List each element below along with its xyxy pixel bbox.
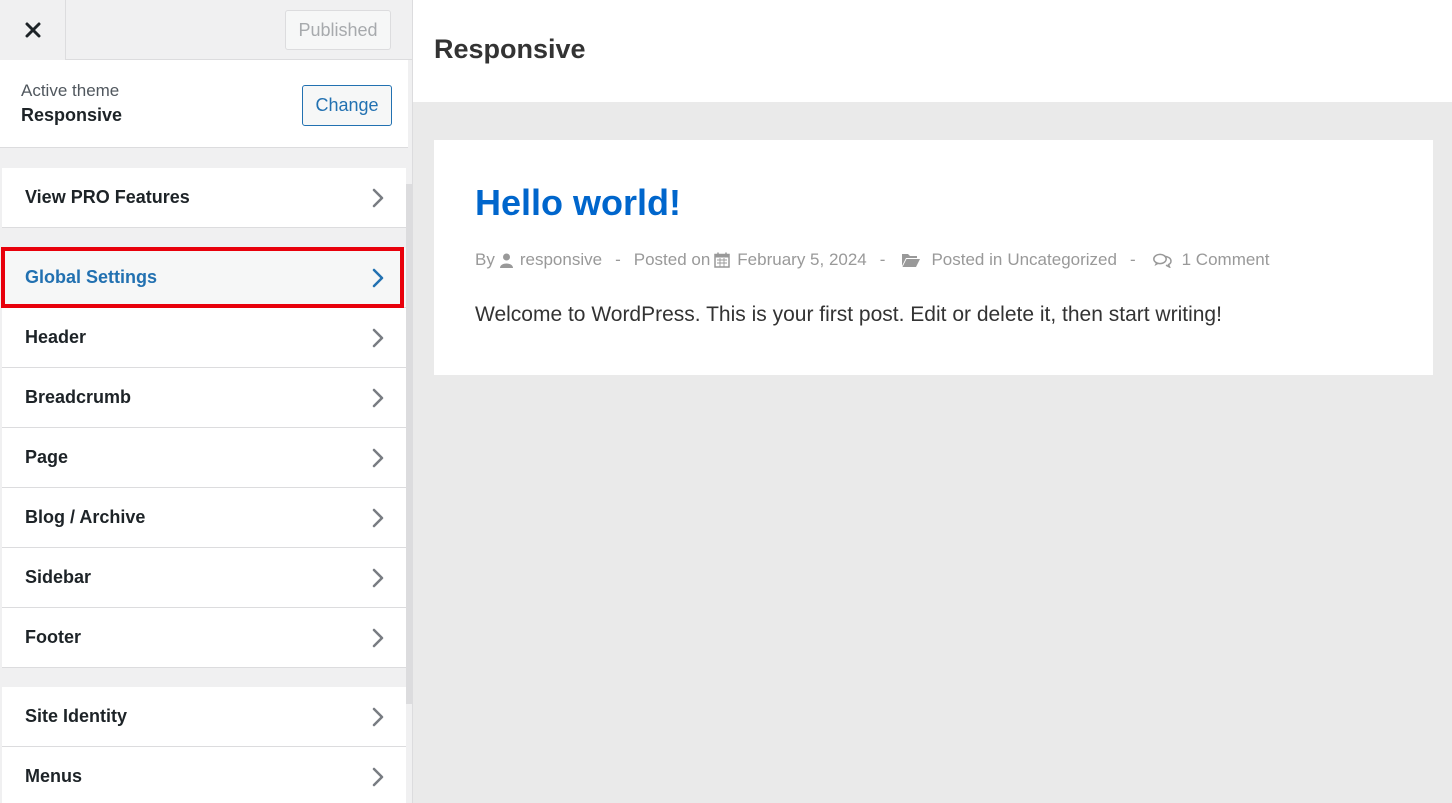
- post-category-link[interactable]: Uncategorized: [1007, 250, 1117, 270]
- sidebar-item-site-identity[interactable]: Site Identity: [2, 687, 406, 747]
- post-excerpt: Welcome to WordPress. This is your first…: [475, 303, 1222, 326]
- post-author-link[interactable]: responsive: [520, 250, 602, 270]
- meta-separator: -: [1129, 250, 1136, 269]
- sidebar-item-label: View PRO Features: [25, 187, 190, 207]
- chevron-right-icon: [370, 447, 386, 469]
- post-meta: By responsive - Posted on February 5, 20…: [475, 250, 1270, 270]
- sidebar-item-footer[interactable]: Footer: [2, 608, 406, 668]
- sidebar-item-header[interactable]: Header: [2, 308, 406, 368]
- sidebar-item-sidebar[interactable]: Sidebar: [2, 548, 406, 608]
- site-header: Responsive: [413, 0, 1452, 102]
- chevron-right-icon: [370, 627, 386, 649]
- chevron-right-icon: [370, 387, 386, 409]
- chevron-right-icon: [370, 706, 386, 728]
- post-card: Hello world! By responsive - Posted on F…: [434, 140, 1433, 375]
- sidebar-item-label: Blog / Archive: [25, 507, 146, 527]
- menu-group-theme-options: Global Settings Header Breadcrumb Page B…: [2, 248, 406, 668]
- sidebar-item-menus[interactable]: Menus: [2, 747, 406, 803]
- sidebar-item-label: Footer: [25, 627, 81, 647]
- meta-separator: -: [615, 250, 621, 269]
- sidebar-item-view-pro-features[interactable]: View PRO Features: [2, 168, 406, 228]
- sidebar-item-label: Page: [25, 447, 69, 467]
- sidebar-scrollbar[interactable]: [406, 184, 412, 704]
- calendar-icon: [714, 252, 731, 268]
- close-icon: [25, 22, 40, 38]
- sidebar-item-label: Global Settings: [25, 267, 158, 287]
- sidebar-topbar: Published: [0, 0, 412, 60]
- sidebar-item-global-settings[interactable]: Global Settings: [2, 248, 406, 308]
- site-title[interactable]: Responsive: [434, 34, 586, 65]
- chevron-right-icon: [370, 267, 386, 289]
- published-button[interactable]: Published: [285, 10, 391, 50]
- meta-separator: -: [879, 250, 886, 269]
- chevron-right-icon: [370, 507, 386, 529]
- chevron-right-icon: [370, 187, 386, 209]
- chevron-right-icon: [370, 567, 386, 589]
- post-title[interactable]: Hello world!: [475, 182, 681, 224]
- post-date-link[interactable]: February 5, 2024: [737, 250, 866, 270]
- chevron-right-icon: [370, 327, 386, 349]
- chevron-right-icon: [370, 766, 386, 788]
- sidebar-item-page[interactable]: Page: [2, 428, 406, 488]
- customizer-sidebar: Published Active theme Responsive Change…: [0, 0, 413, 803]
- menu-group-core: Site Identity Menus: [2, 687, 406, 803]
- post-comments-link[interactable]: 1 Comment: [1182, 250, 1270, 270]
- active-theme-name: Responsive: [21, 105, 123, 125]
- comments-icon: [1152, 253, 1172, 268]
- site-preview: Responsive Hello world! By responsive - …: [413, 0, 1452, 803]
- close-button[interactable]: [0, 0, 66, 60]
- user-icon: [499, 253, 513, 268]
- customizer-app: Published Active theme Responsive Change…: [0, 0, 1452, 803]
- sidebar-item-label: Breadcrumb: [25, 387, 132, 407]
- sidebar-item-label: Menus: [25, 766, 83, 786]
- folder-open-icon: [902, 253, 921, 267]
- menu-group-pro: View PRO Features: [2, 168, 406, 228]
- active-theme-label: Active theme: [21, 81, 120, 100]
- sidebar-item-label: Sidebar: [25, 567, 92, 587]
- sidebar-item-blog-archive[interactable]: Blog / Archive: [2, 488, 406, 548]
- by-label: By: [475, 250, 495, 269]
- sidebar-item-breadcrumb[interactable]: Breadcrumb: [2, 368, 406, 428]
- posted-in-label: Posted in: [931, 250, 1003, 269]
- active-theme-panel: Active theme Responsive Change: [0, 60, 408, 148]
- sidebar-item-label: Site Identity: [25, 706, 128, 726]
- posted-on-label: Posted on: [633, 250, 711, 269]
- sidebar-item-label: Header: [25, 327, 87, 347]
- change-theme-button[interactable]: Change: [302, 85, 392, 126]
